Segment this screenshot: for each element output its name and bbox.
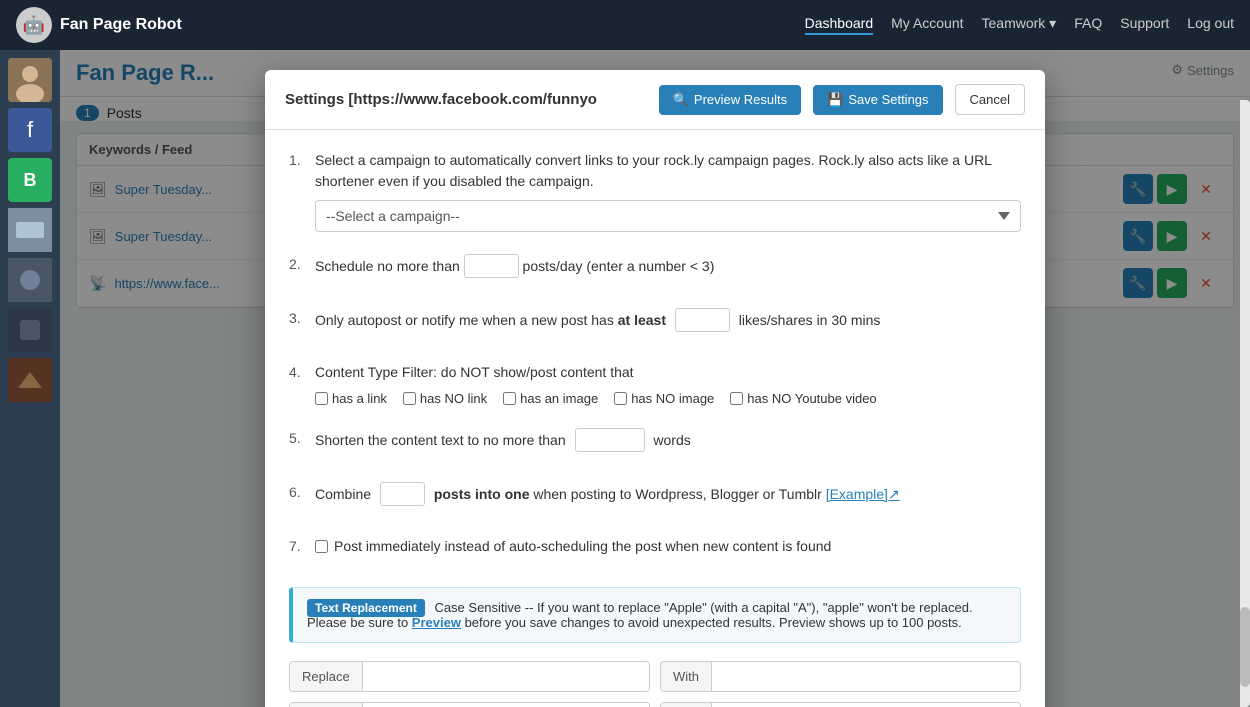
with-input-2[interactable] [712,703,1020,707]
setting-7-content: Post immediately instead of auto-schedul… [315,536,1021,565]
modal-header: Settings [https://www.facebook.com/funny… [265,70,1045,130]
setting-4: 4. Content Type Filter: do NOT show/post… [289,362,1021,406]
search-icon: 🔍 [673,92,689,108]
filter-no-youtube-checkbox[interactable] [730,392,743,405]
combine-posts-input[interactable] [380,482,425,506]
preview-link[interactable]: Preview [412,615,461,630]
posts-per-day-input[interactable] [464,254,519,278]
sidebar-page-img2[interactable] [8,258,52,302]
settings-modal: Settings [https://www.facebook.com/funny… [265,70,1045,707]
with-row-1: With [660,661,1021,692]
replace-input-1[interactable] [363,662,649,691]
filter-no-image[interactable]: has NO image [614,391,714,406]
filter-has-image[interactable]: has an image [503,391,598,406]
replace-input-2[interactable] [363,703,649,707]
nav-links: Dashboard My Account Teamwork FAQ Suppor… [805,15,1234,35]
post-immediately-label[interactable]: Post immediately instead of auto-schedul… [315,536,1021,557]
setting-2-text: Schedule no more than posts/day (enter a… [315,254,1021,278]
preview-results-button[interactable]: 🔍 Preview Results [659,85,801,115]
setting-7-text: Post immediately instead of auto-schedul… [315,536,1021,557]
setting-6-content: Combine posts into one when posting to W… [315,482,1021,514]
nav-dashboard[interactable]: Dashboard [805,15,874,35]
setting-2-num: 2. [289,254,307,272]
setting-5: 5. Shorten the content text to no more t… [289,428,1021,460]
cancel-button[interactable]: Cancel [955,84,1025,115]
text-replacement-title: Text Replacement Case Sensitive -- If yo… [307,600,1006,630]
setting-3: 3. Only autopost or notify me when a new… [289,308,1021,340]
min-likes-input[interactable] [675,308,730,332]
with-label-1: With [661,662,712,691]
setting-3-text: Only autopost or notify me when a new po… [315,308,1021,332]
setting-1: 1. Select a campaign to automatically co… [289,150,1021,232]
modal-overlay: Settings [https://www.facebook.com/funny… [60,50,1250,707]
replace-grid: Replace With Replace W [289,661,1021,707]
setting-3-content: Only autopost or notify me when a new po… [315,308,1021,340]
setting-3-num: 3. [289,308,307,326]
max-words-input[interactable] [575,428,645,452]
nav-logout[interactable]: Log out [1187,15,1234,35]
save-settings-button[interactable]: 💾 Save Settings [813,85,942,115]
modal-body: 1. Select a campaign to automatically co… [265,130,1045,707]
nav-faq[interactable]: FAQ [1074,15,1102,35]
sidebar-page-facebook[interactable]: f [8,108,52,152]
brand-logo: 🤖 Fan Page Robot [16,7,182,43]
setting-6: 6. Combine posts into one when posting t… [289,482,1021,514]
nav-support[interactable]: Support [1120,15,1169,35]
replace-row-2: Replace [289,702,650,707]
setting-6-num: 6. [289,482,307,500]
filter-no-youtube[interactable]: has NO Youtube video [730,391,876,406]
filter-has-link-checkbox[interactable] [315,392,328,405]
replace-label-1: Replace [290,662,363,691]
left-sidebar: f B [0,50,60,707]
modal-title: Settings [https://www.facebook.com/funny… [285,91,647,108]
text-replacement-desc2: before you save changes to avoid unexpec… [465,615,962,630]
nav-teamwork[interactable]: Teamwork [982,15,1057,35]
setting-4-content: Content Type Filter: do NOT show/post co… [315,362,1021,406]
scrollbar-track [1240,100,1250,707]
content-type-filters: has a link has NO link has an image [315,391,1021,406]
sidebar-page-b[interactable]: B [8,158,52,202]
sidebar-page-img1[interactable] [8,208,52,252]
brand-name: Fan Page Robot [60,16,182,34]
filter-has-link[interactable]: has a link [315,391,387,406]
text-replacement-section: Text Replacement Case Sensitive -- If yo… [289,587,1021,643]
setting-7-num: 7. [289,536,307,554]
page-layout: f B Fan Page R... ⚙ Settings 1 Posts [0,50,1250,707]
robot-icon: 🤖 [16,7,52,43]
filter-has-image-checkbox[interactable] [503,392,516,405]
setting-1-text: Select a campaign to automatically conve… [315,150,1021,192]
replace-label-2: Replace [290,703,363,707]
setting-7: 7. Post immediately instead of auto-sche… [289,536,1021,565]
setting-4-text: Content Type Filter: do NOT show/post co… [315,362,1021,383]
top-navigation: 🤖 Fan Page Robot Dashboard My Account Te… [0,0,1250,50]
nav-my-account[interactable]: My Account [891,15,963,35]
sidebar-page-img4[interactable] [8,358,52,402]
replace-row-1: Replace [289,661,650,692]
with-input-1[interactable] [712,662,1020,691]
with-label-2: With [661,703,712,707]
avatar-main[interactable] [8,58,52,102]
setting-1-num: 1. [289,150,307,168]
main-content: Fan Page R... ⚙ Settings 1 Posts Keyword… [60,50,1250,707]
setting-5-content: Shorten the content text to no more than… [315,428,1021,460]
setting-5-num: 5. [289,428,307,446]
setting-4-num: 4. [289,362,307,380]
setting-1-content: Select a campaign to automatically conve… [315,150,1021,232]
filter-no-link-checkbox[interactable] [403,392,416,405]
with-row-2: With [660,702,1021,707]
setting-2: 2. Schedule no more than posts/day (ente… [289,254,1021,286]
save-icon: 💾 [827,92,843,108]
example-link[interactable]: [Example]↗ [826,486,900,502]
setting-5-text: Shorten the content text to no more than… [315,428,1021,452]
post-immediately-checkbox[interactable] [315,540,328,553]
setting-6-text: Combine posts into one when posting to W… [315,482,1021,506]
scrollbar-thumb[interactable] [1240,607,1250,687]
sidebar-page-img3[interactable] [8,308,52,352]
campaign-select[interactable]: --Select a campaign-- [315,200,1021,232]
filter-no-image-checkbox[interactable] [614,392,627,405]
filter-no-link[interactable]: has NO link [403,391,487,406]
setting-2-content: Schedule no more than posts/day (enter a… [315,254,1021,286]
